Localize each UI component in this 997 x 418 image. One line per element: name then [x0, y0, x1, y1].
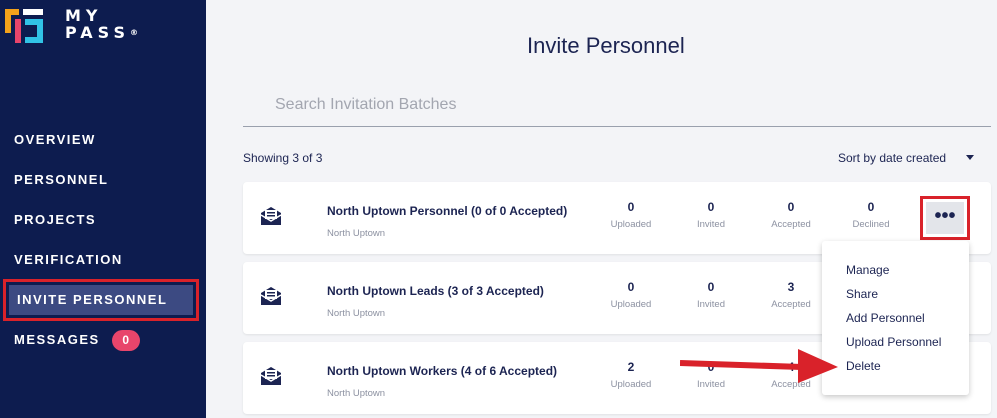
annotation-arrow-icon	[680, 349, 838, 383]
stat-value: 2	[627, 360, 635, 374]
messages-badge: 0	[111, 330, 140, 351]
stat-value: 0	[707, 280, 715, 294]
sidebar-item-label: MESSAGES	[14, 332, 100, 347]
highlight-box: INVITE PERSONNEL	[3, 279, 199, 321]
sidebar-item-personnel[interactable]: PERSONNEL	[14, 170, 108, 190]
stat-label: Uploaded	[610, 219, 652, 230]
logo[interactable]: MY PASS®	[5, 7, 145, 47]
page-title: Invite Personnel	[527, 33, 685, 58]
stat-uploaded: 2 Uploaded	[596, 360, 666, 390]
stat-value: 0	[707, 200, 715, 214]
sidebar-item-messages[interactable]: MESSAGES 0	[14, 330, 140, 351]
stat-label: Uploaded	[610, 299, 652, 310]
stat-value: 0	[627, 280, 635, 294]
stat-declined: 0 Declined	[836, 200, 906, 230]
batch-title[interactable]: North Uptown Leads (3 of 3 Accepted)	[327, 284, 544, 298]
caret-down-icon[interactable]	[966, 155, 974, 160]
envelope-icon	[260, 207, 282, 225]
stat-value: 3	[787, 280, 795, 294]
stat-invited: 0 Invited	[676, 200, 746, 230]
envelope-icon	[260, 367, 282, 385]
menu-item-add-personnel[interactable]: Add Personnel	[822, 308, 969, 332]
stat-label: Invited	[697, 299, 725, 310]
stat-value: 0	[867, 200, 875, 214]
batch-actions-menu: Manage Share Add Personnel Upload Person…	[822, 241, 969, 395]
stat-label: Declined	[852, 219, 890, 230]
stat-value: 0	[787, 200, 795, 214]
stat-uploaded: 0 Uploaded	[596, 200, 666, 230]
batch-subtitle: North Uptown	[327, 308, 386, 319]
envelope-icon	[260, 287, 282, 305]
stat-label: Accepted	[771, 219, 811, 230]
search-input[interactable]	[243, 84, 991, 127]
menu-item-upload-personnel[interactable]: Upload Personnel	[822, 332, 969, 356]
stat-uploaded: 0 Uploaded	[596, 280, 666, 310]
logo-text: MY PASS®	[65, 7, 138, 41]
stat-label: Uploaded	[610, 379, 652, 390]
batch-subtitle: North Uptown	[327, 228, 386, 239]
sort-dropdown[interactable]: Sort by date created	[838, 151, 946, 165]
sidebar-item-projects[interactable]: PROJECTS	[14, 210, 96, 230]
batch-title[interactable]: North Uptown Personnel (0 of 0 Accepted)	[327, 204, 567, 218]
menu-item-delete[interactable]: Delete	[822, 356, 969, 380]
registered-mark: ®	[129, 28, 138, 37]
batch-subtitle: North Uptown	[327, 388, 386, 399]
stat-value: 0	[627, 200, 635, 214]
highlight-box: •••	[920, 196, 970, 240]
menu-item-manage[interactable]: Manage	[822, 260, 969, 284]
ellipsis-icon: •••	[934, 205, 956, 227]
stat-label: Accepted	[771, 299, 811, 310]
sidebar-item-invite-personnel[interactable]: INVITE PERSONNEL	[9, 285, 193, 315]
mypass-logo-icon	[5, 9, 43, 43]
sidebar: MY PASS® OVERVIEW PERSONNEL PROJECTS VER…	[0, 0, 206, 418]
stat-invited: 0 Invited	[676, 280, 746, 310]
batch-title[interactable]: North Uptown Workers (4 of 6 Accepted)	[327, 364, 557, 378]
more-options-button[interactable]: •••	[926, 202, 964, 234]
logo-text-line2: PASS	[65, 23, 130, 42]
sidebar-item-overview[interactable]: OVERVIEW	[14, 130, 96, 150]
results-count: Showing 3 of 3	[243, 151, 323, 165]
stat-label: Invited	[697, 219, 725, 230]
menu-item-share[interactable]: Share	[822, 284, 969, 308]
stat-accepted: 3 Accepted	[756, 280, 826, 310]
sidebar-item-verification[interactable]: VERIFICATION	[14, 250, 123, 270]
stat-accepted: 0 Accepted	[756, 200, 826, 230]
